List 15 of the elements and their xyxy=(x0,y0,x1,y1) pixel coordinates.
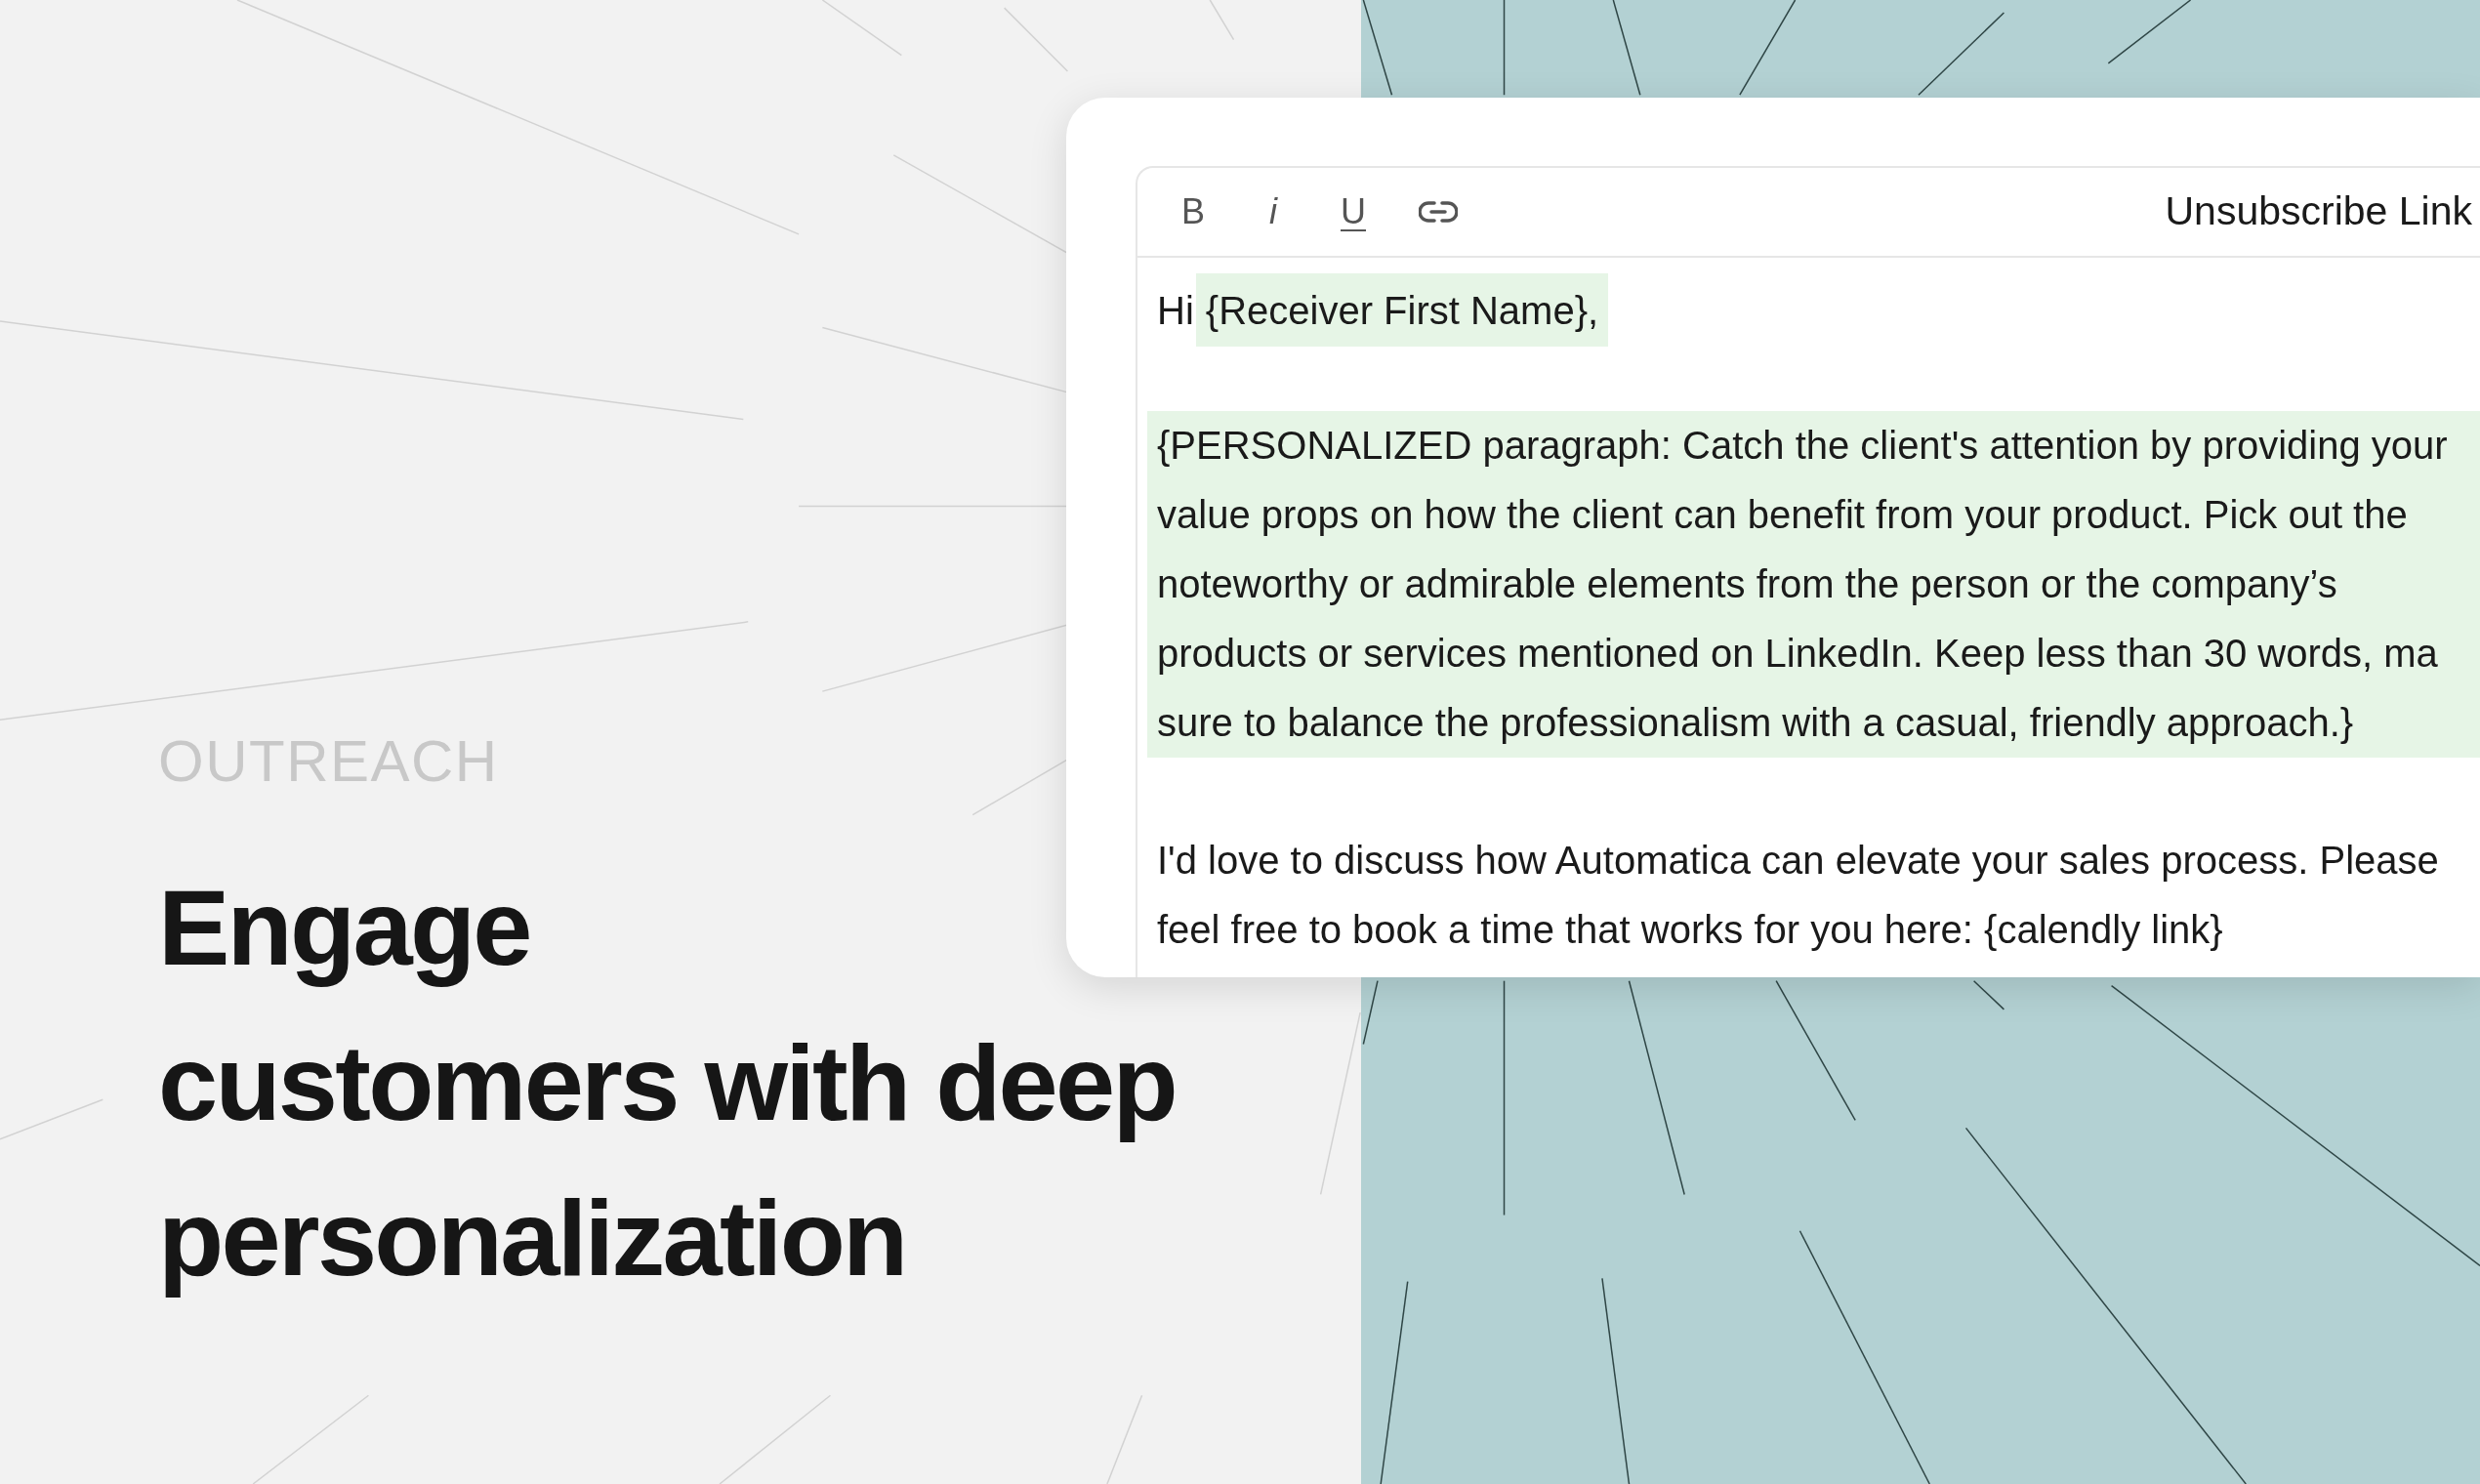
underline-button[interactable]: U xyxy=(1339,194,1368,229)
ray-line xyxy=(1972,979,2005,1010)
variable-tag: {Receiver First Name}, xyxy=(1195,273,1609,347)
greeting-text: Hi xyxy=(1157,287,1194,334)
headline-line: personalization xyxy=(158,1176,906,1299)
highlighted-paragraph: {PERSONALIZED paragraph: Catch the client's attention by providing your value props on how the client can benefit from your product. Pick out the noteworthy or admirable elements from the person or the company’s products or services mentioned on LinkedIn. Keep less than 30 words, ma sure to balance the professionalism with a casual, friendly approach.} xyxy=(1147,411,2480,758)
ray-line xyxy=(1209,0,1235,41)
unsubscribe-link-button[interactable]: Unsubscribe Link xyxy=(2165,182,2472,242)
link-icon[interactable] xyxy=(1419,200,1458,224)
headline-line: Engage xyxy=(158,866,530,989)
email-paragraph: I'd love to discuss how Automatica can elevate your sales process. Please feel free to book a time that works for you here: {calendly link} xyxy=(1156,838,2440,953)
italic-button[interactable]: i xyxy=(1259,194,1288,229)
headline-line: customers with deep xyxy=(158,1021,1176,1144)
ray-line xyxy=(1003,7,1069,72)
bold-button[interactable]: B xyxy=(1178,194,1208,229)
